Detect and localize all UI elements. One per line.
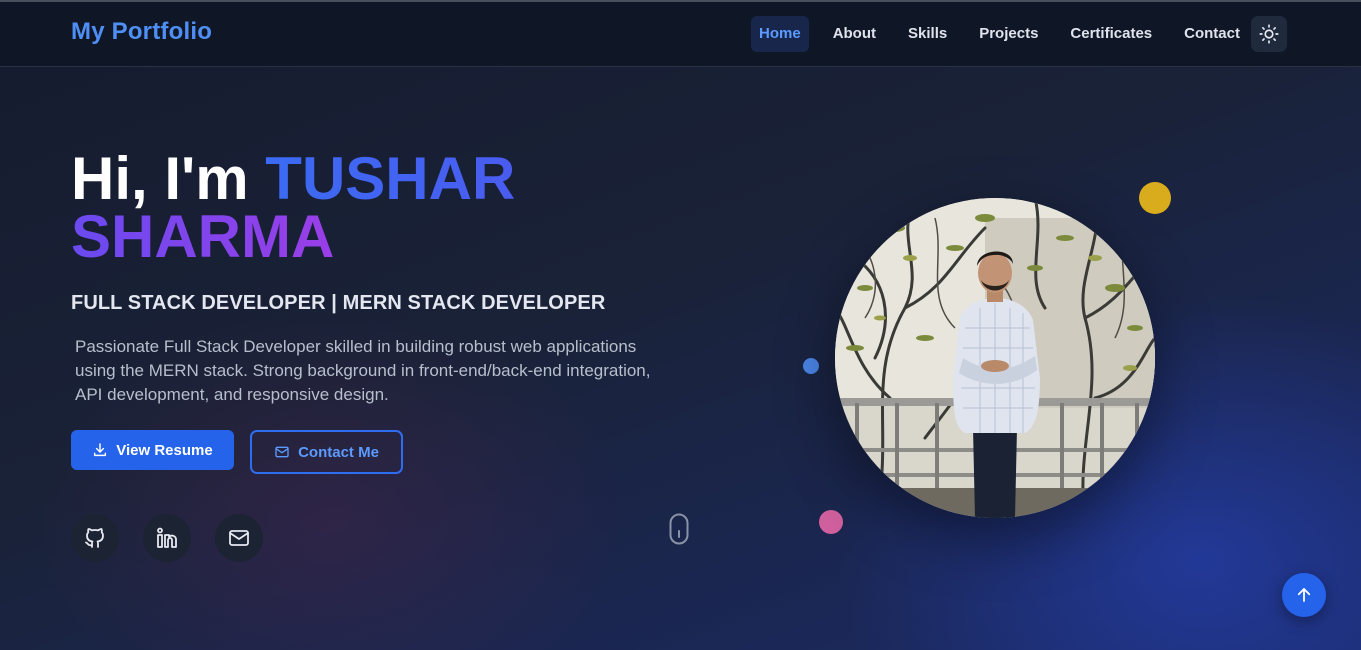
download-icon bbox=[94, 443, 107, 457]
nav-link-contact[interactable]: Contact bbox=[1168, 16, 1256, 52]
decorative-dot-pink bbox=[819, 510, 843, 534]
view-resume-button[interactable]: View Resume bbox=[71, 430, 234, 470]
linkedin-link[interactable] bbox=[143, 514, 191, 562]
nav-link-home[interactable]: Home bbox=[751, 16, 809, 52]
hero-subtitle: FULL STACK DEVELOPER | MERN STACK DEVELO… bbox=[71, 292, 606, 314]
nav-link-skills[interactable]: Skills bbox=[892, 16, 963, 52]
email-link[interactable] bbox=[215, 514, 263, 562]
theme-toggle-button[interactable] bbox=[1251, 16, 1287, 52]
hero-last-name: SHARMA bbox=[71, 203, 335, 270]
navbar: My Portfolio Home About Skills Projects … bbox=[0, 2, 1361, 67]
nav-link-certificates[interactable]: Certificates bbox=[1054, 16, 1168, 52]
site-logo[interactable]: My Portfolio bbox=[71, 18, 212, 46]
nav-links: Home About Skills Projects Certificates … bbox=[751, 16, 1256, 52]
arrow-up-icon bbox=[1297, 588, 1311, 602]
view-resume-label: View Resume bbox=[116, 441, 213, 459]
mail-icon bbox=[275, 446, 289, 458]
hero-title: Hi, I'm TUSHAR SHARMA bbox=[71, 149, 515, 267]
scroll-to-top-button[interactable] bbox=[1282, 573, 1326, 617]
profile-photo bbox=[835, 198, 1155, 518]
nav-link-projects[interactable]: Projects bbox=[963, 16, 1054, 52]
mail-icon bbox=[229, 530, 249, 546]
github-icon bbox=[85, 528, 104, 548]
github-link[interactable] bbox=[71, 514, 119, 562]
profile-photo-illustration bbox=[835, 198, 1155, 518]
hero-description: Passionate Full Stack Developer skilled … bbox=[75, 337, 651, 404]
decorative-dot-blue bbox=[803, 358, 819, 374]
contact-me-button[interactable]: Contact Me bbox=[250, 430, 403, 474]
scroll-down-mouse-icon[interactable] bbox=[669, 513, 689, 545]
contact-me-label: Contact Me bbox=[298, 443, 379, 461]
hero-greeting: Hi, I'm bbox=[71, 145, 266, 212]
sun-icon bbox=[1259, 24, 1279, 44]
linkedin-icon bbox=[157, 527, 177, 548]
hero-first-name: TUSHAR bbox=[265, 145, 516, 212]
nav-link-about[interactable]: About bbox=[817, 16, 892, 52]
decorative-dot-yellow bbox=[1139, 182, 1171, 214]
